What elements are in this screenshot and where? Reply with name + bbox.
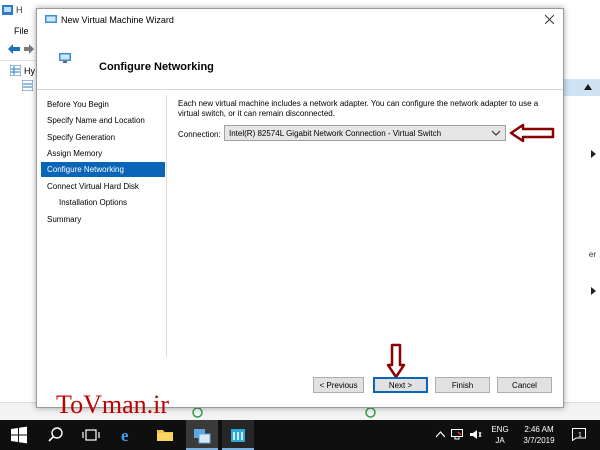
language-line1: ENG [491, 425, 509, 434]
nav-item-installation-options[interactable]: Installation Options [41, 195, 165, 210]
status-green-icon [192, 407, 203, 418]
nav-item-specify-name[interactable]: Specify Name and Location [41, 113, 165, 128]
forward-arrow-icon[interactable] [24, 44, 34, 54]
dialog-header: Configure Networking [37, 31, 563, 90]
notification-count: 1 [578, 432, 582, 439]
connection-dropdown[interactable]: Intel(R) 82574L Gigabit Network Connecti… [224, 125, 506, 141]
vm-wizard-icon [45, 15, 57, 23]
background-title: H [16, 5, 23, 15]
next-button[interactable]: Next > [373, 377, 428, 393]
nav-item-configure-networking[interactable]: Configure Networking [41, 162, 165, 177]
background-tree: Hy [0, 62, 36, 402]
tree-item-label[interactable]: Hy [24, 66, 35, 76]
submenu-arrow-icon[interactable] [591, 287, 596, 295]
nav-item-connect-vhd[interactable]: Connect Virtual Hard Disk [41, 179, 165, 194]
taskbar-hyperv-manager[interactable] [186, 420, 218, 450]
search-icon[interactable] [47, 426, 65, 444]
dialog-titlebar[interactable]: New Virtual Machine Wizard [37, 9, 563, 31]
hyper-v-app-icon [2, 5, 13, 15]
chevron-up-icon[interactable] [436, 431, 445, 438]
new-vm-wizard-dialog: New Virtual Machine Wizard Configure Net… [36, 8, 564, 408]
watermark-text: ToVman.ir [56, 390, 169, 419]
svg-text:e: e [121, 426, 129, 444]
taskbar: e ENG JA 2:46 AM 3/7/2019 1 [0, 420, 600, 450]
network-icon[interactable] [451, 429, 463, 440]
taskbar-server-manager[interactable] [222, 420, 254, 450]
file-explorer-icon[interactable] [156, 426, 174, 444]
nav-item-before-you-begin[interactable]: Before You Begin [41, 97, 165, 112]
hyper-v-tree-icon[interactable] [10, 65, 21, 76]
chevron-down-icon [491, 130, 501, 136]
language-line2: JA [495, 436, 505, 445]
button-separator [37, 364, 563, 365]
back-arrow-icon[interactable] [8, 44, 20, 54]
wizard-steps-nav: Before You Begin Specify Name and Locati… [41, 95, 167, 357]
menu-file[interactable]: File [14, 26, 29, 36]
actions-pane-text: er [588, 250, 596, 259]
dialog-title: New Virtual Machine Wizard [61, 15, 174, 25]
server-manager-icon [231, 429, 245, 442]
connection-label: Connection: [178, 130, 221, 139]
nav-item-specify-generation[interactable]: Specify Generation [41, 130, 165, 145]
close-icon [544, 14, 554, 25]
clock-date: 3/7/2019 [523, 436, 555, 445]
server-tree-icon[interactable] [22, 80, 33, 91]
annotation-arrow-left-icon [509, 123, 555, 143]
status-green-icon [365, 407, 376, 418]
hyper-v-manager-icon [194, 429, 211, 444]
cancel-button[interactable]: Cancel [497, 377, 552, 393]
volume-icon[interactable] [470, 429, 482, 440]
close-button[interactable] [541, 12, 557, 28]
windows-start-icon[interactable] [10, 426, 28, 444]
language-indicator[interactable]: ENG JA [489, 424, 511, 446]
previous-button[interactable]: < Previous [313, 377, 364, 393]
networking-icon [59, 53, 71, 63]
clock-time: 2:46 AM [524, 425, 554, 434]
task-view-icon[interactable] [82, 426, 100, 444]
nav-item-summary[interactable]: Summary [41, 212, 165, 227]
submenu-arrow-icon[interactable] [591, 150, 596, 158]
nav-item-assign-memory[interactable]: Assign Memory [41, 146, 165, 161]
connection-selected-value: Intel(R) 82574L Gigabit Network Connecti… [229, 129, 442, 138]
networking-description: Each new virtual machine includes a netw… [178, 99, 539, 118]
collapse-triangle-icon[interactable] [584, 84, 592, 90]
page-title: Configure Networking [99, 61, 214, 73]
system-clock[interactable]: 2:46 AM 3/7/2019 [517, 424, 561, 446]
annotation-arrow-down-icon [386, 343, 406, 379]
internet-explorer-icon[interactable]: e [119, 426, 137, 444]
finish-button[interactable]: Finish [435, 377, 490, 393]
